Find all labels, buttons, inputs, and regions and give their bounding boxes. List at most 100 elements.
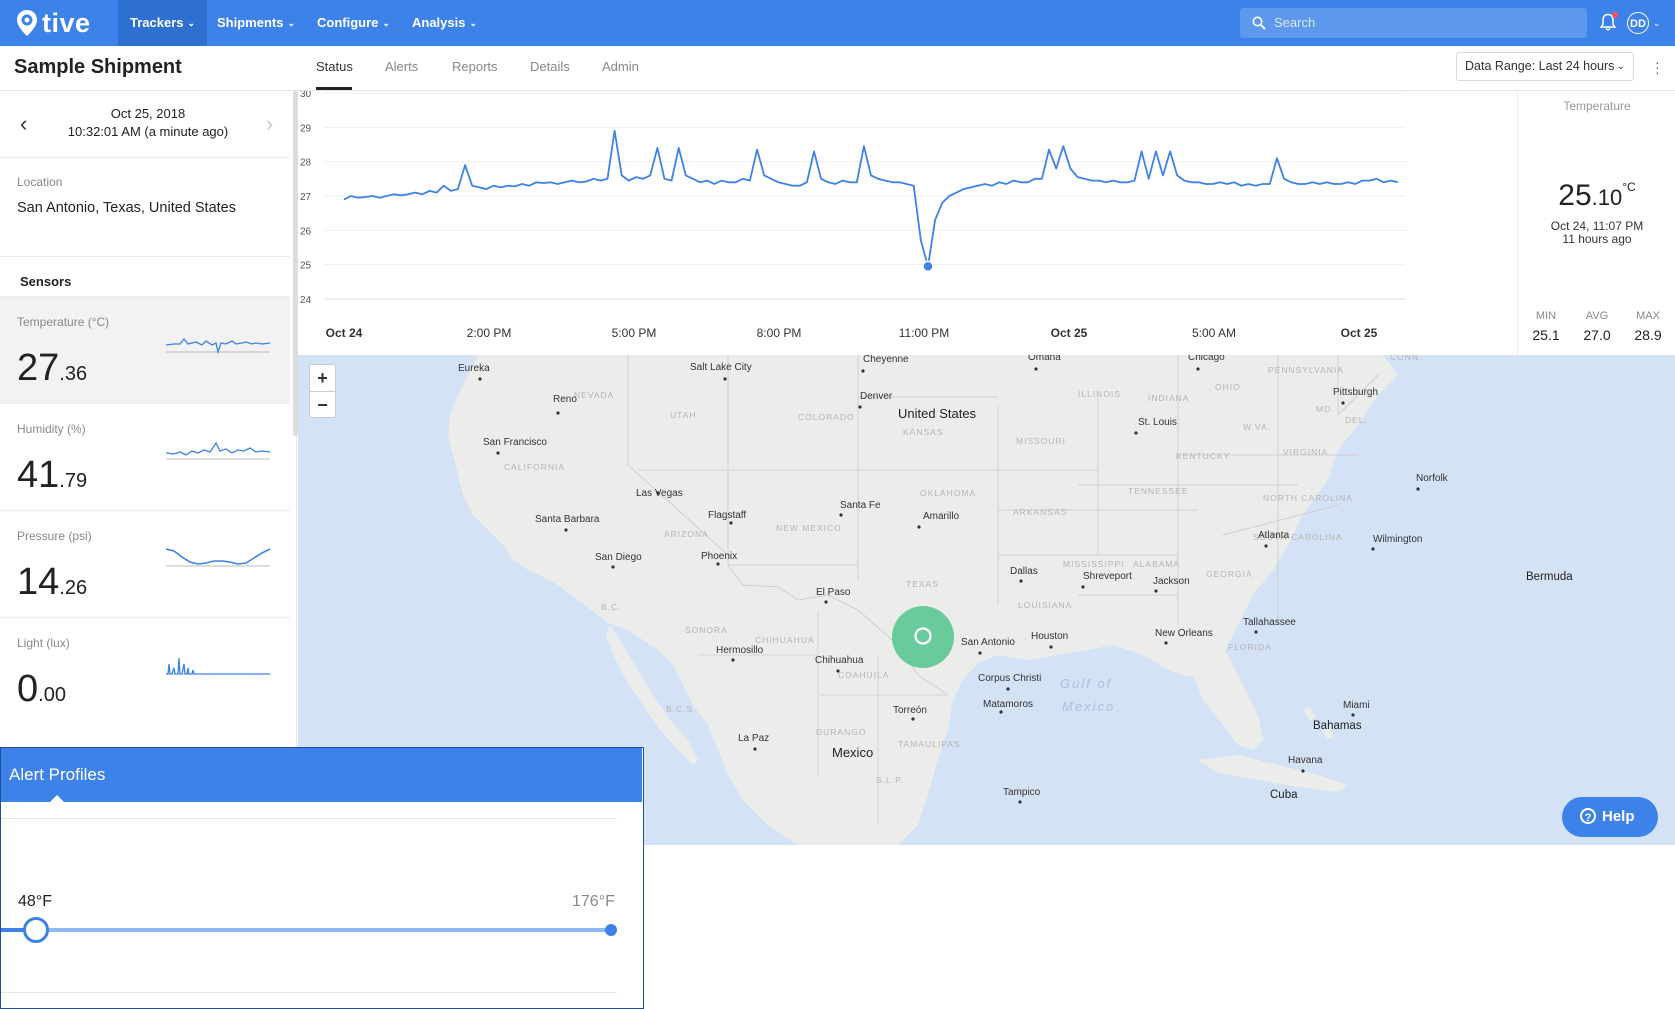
- sensor-value: 41.79: [17, 454, 87, 497]
- map-state-label: DURANGO: [816, 727, 866, 737]
- map-state-label: W.VA.: [1243, 422, 1271, 432]
- x-tick-label: 5:00 PM: [612, 326, 657, 340]
- alert-profiles-card: Alert Profiles 48°F 176°F: [0, 747, 644, 1009]
- nav-analysis[interactable]: Analysis ⌄: [400, 0, 489, 46]
- data-range-select[interactable]: Data Range: Last 24 hours ⌄: [1456, 52, 1634, 81]
- pressure-sparkline: [166, 548, 271, 567]
- map-city-label: Wilmington: [1373, 534, 1422, 545]
- nav-trackers-label: Trackers: [130, 15, 184, 30]
- x-tick-label: 11:00 PM: [899, 326, 949, 340]
- map-state-label: ARIZONA: [664, 529, 709, 539]
- divider: [1, 992, 617, 993]
- map-state-label: NEVADA: [574, 390, 614, 400]
- map-city-label: Hermosillo: [716, 645, 764, 656]
- tab-status[interactable]: Status: [316, 59, 353, 74]
- temperature-summary: Temperature 25.10°C Oct 24, 11:07 PM 11 …: [1517, 91, 1675, 355]
- zoom-out-button[interactable]: −: [310, 392, 335, 418]
- active-tab-indicator: [316, 87, 352, 90]
- map-city-label: El Paso: [816, 587, 851, 598]
- map-city-label: San Antonio: [961, 637, 1015, 648]
- search-input[interactable]: Search: [1240, 8, 1587, 38]
- map-city-dot: [1341, 401, 1345, 405]
- temperature-series-line: [343, 129, 1399, 268]
- map-state-label: UTAH: [670, 410, 697, 420]
- map-state-label: MISSOURI: [1016, 436, 1066, 446]
- nav-shipments[interactable]: Shipments ⌄: [205, 0, 307, 46]
- chevron-down-icon[interactable]: ⌄: [1653, 12, 1661, 34]
- reading-time: 10:32:01 AM (a minute ago): [67, 124, 229, 139]
- sensor-label: Light (lux): [17, 636, 70, 650]
- sensor-value: 14.26: [17, 561, 87, 604]
- sensor-pressure[interactable]: Pressure (psi) 14.26: [0, 510, 290, 618]
- help-button[interactable]: ? Help: [1562, 797, 1658, 837]
- map-state-label: SONORA: [685, 625, 728, 635]
- nav-shipments-label: Shipments: [217, 15, 284, 30]
- map-city-label: Reno: [553, 394, 577, 405]
- temperature-sparkline: [166, 337, 271, 355]
- temperature-chart[interactable]: 30 29 28 27 26 25 24 Oct 24 2:00 PM 5:00 PM 8:00 P…: [298, 91, 1516, 355]
- zoom-controls: + −: [309, 364, 336, 418]
- map-city-dot: [999, 710, 1003, 714]
- map-water-label: Mexico: [1062, 699, 1115, 714]
- app-window: tive Trackers ⌄ Shipments ⌄ Configure ⌄ Ana…: [0, 0, 1675, 845]
- sensor-value-dec: .26: [59, 577, 88, 599]
- map-city-label: Dallas: [1010, 566, 1038, 577]
- map-city-dot: [716, 562, 720, 566]
- map-city-dot: [1264, 544, 1268, 548]
- map-city-label: Phoenix: [701, 551, 737, 562]
- nav-trackers[interactable]: Trackers ⌄: [118, 0, 208, 46]
- map-state-label: ILLINOIS: [1078, 389, 1121, 399]
- map-city-dot: [978, 651, 982, 655]
- shipment-marker-icon[interactable]: [890, 604, 956, 670]
- caret-up-icon: [50, 795, 64, 802]
- tab-alerts[interactable]: Alerts: [385, 59, 418, 74]
- map-city-dot: [478, 377, 482, 381]
- sensor-temperature[interactable]: Temperature (°C) 27.36: [0, 296, 290, 404]
- map-state-label: VIRGINIA: [1283, 447, 1328, 457]
- map-city-dot: [556, 411, 560, 415]
- x-tick-label: Oct 25: [1341, 326, 1378, 340]
- sensor-light[interactable]: Light (lux) 0.00: [0, 617, 290, 723]
- reading-date: Oct 25, 2018: [110, 106, 186, 121]
- pin-icon: [17, 10, 37, 36]
- map-country-label: Cuba: [1270, 789, 1298, 801]
- sidebar: ‹ Oct 25, 2018 10:32:01 AM (a minute ago…: [0, 91, 297, 845]
- map-city-dot: [911, 717, 915, 721]
- stat-avg-value: 27.0: [1583, 327, 1611, 343]
- top-nav-bar: tive Trackers ⌄ Shipments ⌄ Configure ⌄ Ana…: [0, 0, 1675, 46]
- x-tick-label: 8:00 PM: [757, 326, 802, 340]
- summary-value-int: 25: [1558, 179, 1592, 212]
- chevron-right-icon[interactable]: ›: [266, 111, 273, 137]
- sensor-value: 27.36: [17, 347, 87, 390]
- nav-configure[interactable]: Configure ⌄: [305, 0, 402, 46]
- map-city-dot: [1254, 630, 1258, 634]
- map-city-label: Santa Barbara: [535, 514, 600, 525]
- map-city-label: Eureka: [458, 363, 490, 374]
- map-state-label: KANSAS: [903, 427, 944, 437]
- tab-admin[interactable]: Admin: [602, 59, 639, 74]
- tab-details[interactable]: Details: [530, 59, 570, 74]
- chevron-down-icon: ⌄: [1616, 61, 1625, 72]
- map-city-dot: [839, 513, 843, 517]
- tive-logo[interactable]: tive: [16, 7, 91, 39]
- map-city-label: Denver: [860, 391, 893, 402]
- map-city-label: Santa Fe: [840, 500, 881, 511]
- alert-profiles-header: Alert Profiles: [1, 748, 642, 802]
- map-city-dot: [1371, 547, 1375, 551]
- summary-value: 25.10°C: [1518, 179, 1675, 213]
- sensor-value-int: 14: [17, 561, 60, 603]
- map-city-label: Norfolk: [1416, 473, 1449, 484]
- sensor-humidity[interactable]: Humidity (%) 41.79: [0, 403, 290, 511]
- avatar[interactable]: DD: [1627, 12, 1649, 34]
- map-city-label: Omaha: [1028, 355, 1061, 363]
- zoom-in-button[interactable]: +: [310, 365, 335, 391]
- x-tick-label: 2:00 PM: [467, 326, 512, 340]
- more-options-icon[interactable]: · · ·: [1655, 55, 1660, 79]
- map-city-label: Chicago: [1188, 355, 1225, 363]
- tab-reports[interactable]: Reports: [452, 59, 498, 74]
- slider-max-handle[interactable]: [605, 924, 617, 936]
- map-city-dot: [858, 405, 862, 409]
- y-tick-label: 27: [300, 192, 312, 203]
- x-tick-label: Oct 24: [326, 326, 363, 340]
- slider-min-handle[interactable]: [23, 917, 49, 943]
